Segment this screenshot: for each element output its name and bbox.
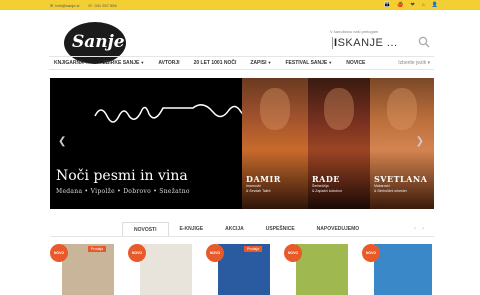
new-badge: NOVO bbox=[128, 244, 146, 262]
tab-napovedujemo[interactable]: NAPOVEDUJEMO bbox=[306, 222, 371, 237]
book-cover bbox=[140, 244, 192, 295]
tab-novosti[interactable]: NOVOSTI bbox=[122, 222, 169, 237]
person-band: & Simbolični orkester bbox=[374, 188, 407, 193]
contact-info: ✉ info@sanje.si ☏ 041 957 555 bbox=[50, 3, 117, 8]
person-name: RADE bbox=[312, 174, 340, 184]
product-tabs: NOVOSTI E-KNJIGE AKCIJA USPEŠNICE NAPOVE… bbox=[122, 222, 370, 237]
logo-text: Sanje bbox=[72, 32, 125, 52]
main-nav: KNJIGARNA▼ ZBIRKE SANJE▼ AVTORJI 20 LET … bbox=[49, 56, 434, 70]
book-item[interactable]: NOVO bbox=[362, 244, 434, 295]
face bbox=[260, 88, 290, 130]
chevron-down-icon: ▼ bbox=[328, 60, 333, 65]
hero-title: Noči pesmi in vina bbox=[56, 168, 188, 184]
tab-divider bbox=[50, 236, 434, 237]
book-item[interactable]: NOVO bbox=[284, 244, 350, 295]
email-link[interactable]: ✉ info@sanje.si bbox=[50, 3, 79, 8]
language-select[interactable]: Izberite jezik ▾ bbox=[398, 60, 434, 66]
top-bar: ✉ info@sanje.si ☏ 041 957 555 👪 🍎 ❤ ⌂ 👤 bbox=[0, 0, 480, 10]
search-input[interactable]: ISKANJE ... bbox=[332, 37, 398, 49]
new-badge: NOVO bbox=[362, 244, 380, 262]
heart-icon[interactable]: ❤ bbox=[411, 2, 415, 8]
nav-label: ZAPISI bbox=[250, 60, 267, 66]
search-icon[interactable] bbox=[418, 36, 430, 48]
tab-arrows: ‹ › bbox=[414, 226, 424, 232]
user-icon[interactable]: 👤 bbox=[432, 2, 438, 8]
family-icon[interactable]: 👪 bbox=[384, 2, 390, 8]
hero-places: Medana • Vipolže • Dobrovo • Snežatno bbox=[56, 188, 190, 195]
person-band: & Sevdah Takht bbox=[246, 188, 271, 193]
nav-item-knjigarna[interactable]: KNJIGARNA▼ bbox=[54, 60, 89, 66]
person-sub: Makarović & Simbolični orkester bbox=[374, 184, 407, 193]
home-icon[interactable]: ⌂ bbox=[422, 2, 425, 8]
nav-label: NOVICE bbox=[346, 60, 366, 66]
chevron-left-icon[interactable]: ‹ bbox=[414, 226, 416, 232]
search-text: SKANJE ... bbox=[337, 37, 398, 49]
apple-icon[interactable]: 🍎 bbox=[397, 2, 403, 8]
book-item[interactable]: NOVO Prodaja bbox=[206, 244, 272, 295]
hero-banner[interactable]: DAMIR Imamović & Sevdah Takht RADE Šerbed… bbox=[50, 78, 434, 209]
email-text: info@sanje.si bbox=[55, 3, 80, 8]
portrait-damir: DAMIR Imamović & Sevdah Takht bbox=[242, 78, 308, 209]
person-sub: Imamović & Sevdah Takht bbox=[246, 184, 270, 193]
book-item[interactable]: NOVO Prodaja bbox=[50, 244, 116, 295]
face bbox=[324, 88, 354, 130]
book-cover bbox=[374, 244, 432, 295]
nav-item-avtorji[interactable]: AVTORJI bbox=[158, 60, 179, 66]
book-list: NOVO Prodaja NOVO NOVO Prodaja NOVO NOVO bbox=[50, 244, 434, 295]
new-badge: NOVO bbox=[284, 244, 302, 262]
phone-link[interactable]: ☏ 041 957 555 bbox=[87, 3, 116, 8]
face bbox=[387, 88, 417, 130]
sale-badge: Prodaja bbox=[88, 246, 107, 252]
nav-label: FESTIVAL SANJE bbox=[285, 60, 328, 66]
portrait-rade: RADE Šerbedžija & Zapadni kolodvor bbox=[308, 78, 370, 209]
person-name: DAMIR bbox=[246, 174, 281, 184]
nav-label: AVTORJI bbox=[158, 60, 180, 66]
tagline: V šanožlanu naši prelogam bbox=[330, 29, 379, 34]
nav-item-festival[interactable]: FESTIVAL SANJE▼ bbox=[285, 60, 332, 66]
chevron-down-icon: ▼ bbox=[84, 60, 89, 65]
nav-label: 20 LET 1001 NOČI bbox=[193, 60, 237, 66]
nav-label: ZBIRKE SANJE bbox=[102, 60, 140, 66]
person-band: & Zapadni kolodvor bbox=[312, 188, 343, 193]
chevron-left-icon[interactable]: ❮ bbox=[58, 136, 66, 147]
book-item[interactable]: NOVO bbox=[128, 244, 194, 295]
header: Sanje V šanožlanu naši prelogam ISKANJE … bbox=[0, 10, 480, 64]
new-badge: NOVO bbox=[206, 244, 224, 262]
person-name: SVETLANA bbox=[374, 174, 428, 184]
book-cover bbox=[296, 244, 348, 295]
chevron-right-icon[interactable]: › bbox=[422, 226, 424, 232]
chevron-right-icon[interactable]: ❯ bbox=[416, 136, 424, 147]
top-icons: 👪 🍎 ❤ ⌂ 👤 bbox=[384, 2, 438, 8]
nav-item-20-let[interactable]: 20 LET 1001 NOČI bbox=[194, 60, 237, 66]
nav-label: KNJIGARNA bbox=[54, 60, 84, 66]
language-label: Izberite jezik bbox=[398, 60, 427, 66]
sale-badge: Prodaja bbox=[244, 246, 263, 252]
nav-item-zbirke[interactable]: ZBIRKE SANJE▼ bbox=[103, 60, 145, 66]
phone-text: 041 957 555 bbox=[94, 3, 117, 8]
nav-item-novice[interactable]: NOVICE bbox=[346, 60, 365, 66]
tab-uspesnice[interactable]: USPEŠNICE bbox=[255, 222, 306, 237]
portrait-svetlana: SVETLANA Makarović & Simbolični orkester bbox=[370, 78, 434, 209]
search-cursor bbox=[332, 37, 333, 49]
nav-item-zapisi[interactable]: ZAPISI▼ bbox=[250, 60, 271, 66]
new-badge: NOVO bbox=[50, 244, 68, 262]
chevron-down-icon: ▼ bbox=[140, 60, 145, 65]
tab-akcija[interactable]: AKCIJA bbox=[214, 222, 255, 237]
chevron-down-icon: ▼ bbox=[267, 60, 272, 65]
tab-e-knjige[interactable]: E-KNJIGE bbox=[169, 222, 215, 237]
person-sub: Šerbedžija & Zapadni kolodvor bbox=[312, 184, 342, 193]
